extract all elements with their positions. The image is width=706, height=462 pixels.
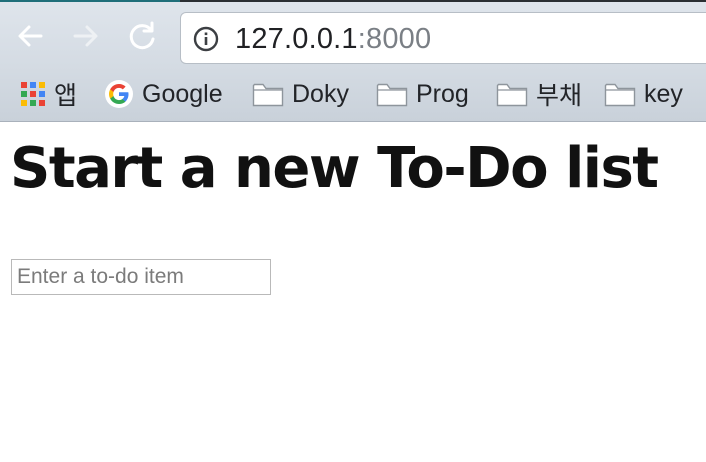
bookmark-folder-prog[interactable]: Prog xyxy=(376,76,469,112)
browser-toolbar: 127.0.0.1:8000 앱 Google Doky Prog 부채 key xyxy=(0,0,706,122)
page-title: Start a new To-Do list xyxy=(10,136,659,201)
bookmark-label: key xyxy=(644,79,683,108)
folder-icon xyxy=(376,81,408,107)
folder-icon xyxy=(604,81,636,107)
tab-strip-edge xyxy=(0,0,706,2)
bookmark-label: Doky xyxy=(292,79,349,108)
bookmark-google[interactable]: Google xyxy=(104,76,223,112)
google-icon xyxy=(104,79,134,109)
bookmark-label: Prog xyxy=(416,79,469,108)
bookmark-label: Google xyxy=(142,79,223,108)
info-icon[interactable] xyxy=(193,26,219,52)
bookmark-folder-doky[interactable]: Doky xyxy=(252,76,349,112)
apps-grid-icon xyxy=(20,81,46,107)
address-url[interactable]: 127.0.0.1:8000 xyxy=(235,23,431,56)
bookmark-folder-debt[interactable]: 부채 xyxy=(496,76,582,112)
url-port: :8000 xyxy=(357,23,432,55)
back-button[interactable] xyxy=(12,18,48,54)
reload-icon xyxy=(129,21,155,50)
bookmark-apps[interactable]: 앱 xyxy=(20,76,77,112)
folder-icon xyxy=(252,81,284,107)
address-bar[interactable]: 127.0.0.1:8000 xyxy=(180,12,706,64)
url-host: 127.0.0.1 xyxy=(235,23,358,55)
forward-button[interactable] xyxy=(68,18,104,54)
new-todo-input[interactable] xyxy=(11,259,271,295)
back-arrow-icon xyxy=(18,25,43,47)
folder-icon xyxy=(496,81,528,107)
bookmark-folder-key[interactable]: key xyxy=(604,76,683,112)
bookmark-label: 앱 xyxy=(54,82,78,110)
forward-arrow-icon xyxy=(73,25,98,47)
bookmarks-bar: 앱 Google Doky Prog 부채 key xyxy=(0,76,706,112)
bookmark-label: 부채 xyxy=(536,82,583,110)
page-content: Start a new To-Do list xyxy=(0,122,706,462)
reload-button[interactable] xyxy=(124,18,160,54)
